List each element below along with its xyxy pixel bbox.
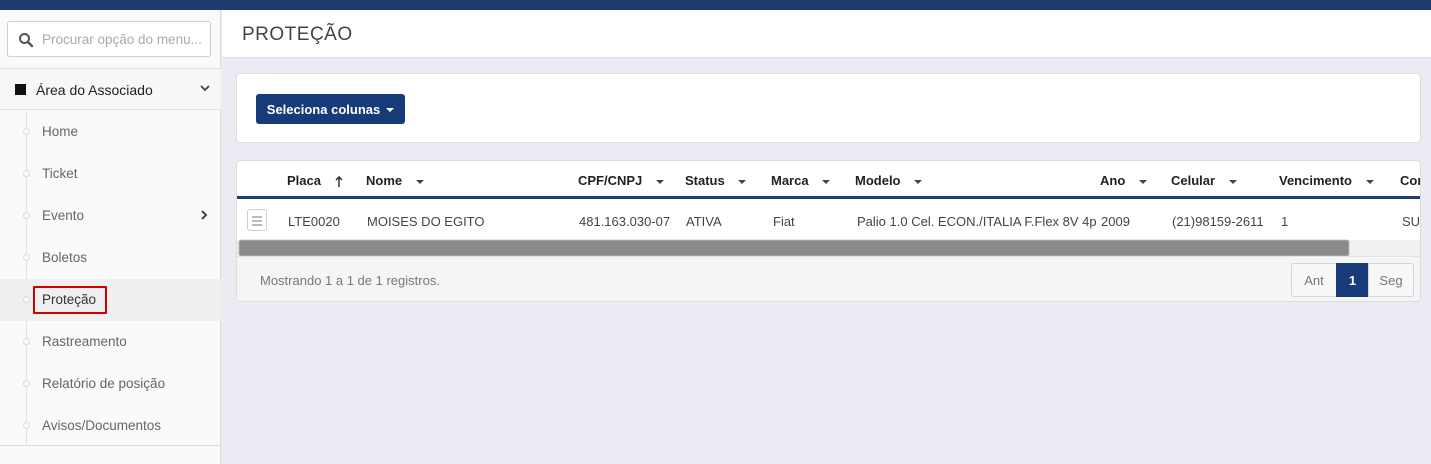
caret-down-icon [1228, 179, 1237, 184]
select-columns-label: Seleciona colunas [266, 101, 381, 117]
column-header-cor[interactable]: Cor [1400, 173, 1421, 188]
sidebar-item-label: Rastreamento [42, 334, 127, 349]
column-header-label: Cor [1400, 173, 1421, 188]
cell-modelo: Palio 1.0 Cel. ECON./ITALIA F.Flex 8V 4p [857, 214, 1097, 229]
sidebar-item-rastreamento[interactable]: Rastreamento [0, 321, 221, 363]
cell-placa: LTE0020 [288, 214, 340, 229]
top-bar [0, 0, 1431, 10]
sidebar-item-label: Relatório de posição [42, 376, 166, 391]
cell-vencimento: 1 [1281, 214, 1289, 229]
sidebar-item-home[interactable]: Home [0, 111, 221, 153]
sidebar-item-avisos-documentos[interactable]: Avisos/Documentos [0, 405, 221, 447]
column-header-label: Nome [366, 173, 403, 188]
caret-down-icon [415, 179, 424, 184]
cell-cor: SUI [1402, 214, 1421, 229]
column-header-label: Celular [1171, 173, 1216, 188]
sidebar-item-boletos[interactable]: Boletos [0, 237, 221, 279]
next-page-button[interactable]: Seg [1368, 263, 1414, 297]
column-header-marca[interactable]: Marca [771, 173, 831, 188]
caret-down-icon [655, 179, 664, 184]
table-row[interactable]: LTE0020 MOISES DO EGITO 481.163.030-07 A… [237, 202, 1421, 240]
bullet-icon [23, 254, 30, 261]
column-header-label: Modelo [855, 173, 901, 188]
sidebar-item-relatorio-posicao[interactable]: Relatório de posição [0, 363, 221, 405]
current-page-button[interactable]: 1 [1336, 263, 1369, 297]
divider [0, 445, 221, 446]
column-header-ano[interactable]: Ano [1100, 173, 1147, 188]
bullet-icon [23, 380, 30, 387]
sidebar-menu: Home Ticket Evento Boletos Proteção Rast… [0, 111, 221, 445]
column-header-nome[interactable]: Nome [366, 173, 424, 188]
caret-down-icon [1138, 179, 1147, 184]
column-header-label: Placa [287, 173, 321, 188]
horizontal-scrollbar[interactable] [237, 240, 1420, 256]
select-columns-button[interactable]: Seleciona colunas [256, 94, 405, 124]
caret-down-icon [822, 179, 831, 184]
search-icon [19, 33, 34, 48]
column-header-status[interactable]: Status [685, 173, 747, 188]
chevron-right-icon [201, 210, 208, 220]
column-header-vencimento[interactable]: Vencimento [1279, 173, 1374, 188]
sidebar-section-associado[interactable]: Área do Associado [0, 68, 221, 110]
cell-marca: Fiat [773, 214, 795, 229]
column-header-cpf-cnpj[interactable]: CPF/CNPJ [578, 173, 664, 188]
menu-search [7, 21, 211, 57]
sidebar-section-label: Área do Associado [36, 82, 153, 98]
table-footer: Mostrando 1 a 1 de 1 registros. Ant 1 Se… [237, 256, 1420, 301]
pagination: Ant 1 Seg [1291, 263, 1414, 297]
bullet-icon [23, 422, 30, 429]
cell-status: ATIVA [686, 214, 722, 229]
row-menu-icon[interactable] [247, 209, 267, 231]
column-header-placa[interactable]: Placa [287, 173, 343, 188]
bullet-icon [23, 338, 30, 345]
caret-down-icon [914, 179, 923, 184]
toolbar-card: Seleciona colunas [236, 73, 1421, 143]
column-header-celular[interactable]: Celular [1171, 173, 1237, 188]
sidebar-item-ticket[interactable]: Ticket [0, 153, 221, 195]
cell-cpf-cnpj: 481.163.030-07 [579, 214, 671, 229]
caret-down-icon [738, 179, 747, 184]
bullet-icon [23, 128, 30, 135]
search-input[interactable] [42, 22, 208, 56]
sidebar-item-label: Ticket [42, 166, 78, 181]
page-title: PROTEÇÃO [242, 24, 353, 45]
column-header-label: Vencimento [1279, 173, 1352, 188]
sidebar-item-label: Home [42, 124, 79, 139]
column-header-label: CPF/CNPJ [578, 173, 643, 188]
column-header-label: Marca [771, 173, 809, 188]
bullet-icon [23, 212, 30, 219]
prev-page-button[interactable]: Ant [1291, 263, 1337, 297]
cell-celular: (21)98159-2611 [1172, 214, 1264, 229]
table-card: Placa Nome CPF/CNPJ Status Marca Modelo … [236, 160, 1421, 302]
bullet-icon [23, 296, 30, 303]
sort-ascending-icon [335, 176, 343, 188]
highlight-annotation [33, 286, 107, 314]
cell-nome: MOISES DO EGITO [367, 214, 485, 229]
sidebar-item-evento[interactable]: Evento [0, 195, 221, 237]
column-header-label: Ano [1100, 173, 1126, 188]
sidebar-item-label: Boletos [42, 250, 88, 265]
column-header-label: Status [685, 173, 725, 188]
sidebar-item-label: Evento [42, 208, 85, 223]
records-info: Mostrando 1 a 1 de 1 registros. [260, 273, 440, 288]
bullet-icon [23, 170, 30, 177]
sidebar: Área do Associado Home Ticket Evento Bol… [0, 10, 221, 464]
table-header: Placa Nome CPF/CNPJ Status Marca Modelo … [237, 161, 1421, 199]
caret-down-icon [386, 108, 395, 113]
page-header: PROTEÇÃO [222, 10, 1431, 58]
column-header-modelo[interactable]: Modelo [855, 173, 923, 188]
sidebar-item-label: Avisos/Documentos [42, 418, 162, 433]
caret-down-icon [1365, 179, 1374, 184]
cell-ano: 2009 [1101, 214, 1130, 229]
square-icon [15, 84, 26, 95]
scrollbar-thumb[interactable] [239, 240, 1349, 256]
chevron-down-icon [200, 85, 210, 92]
